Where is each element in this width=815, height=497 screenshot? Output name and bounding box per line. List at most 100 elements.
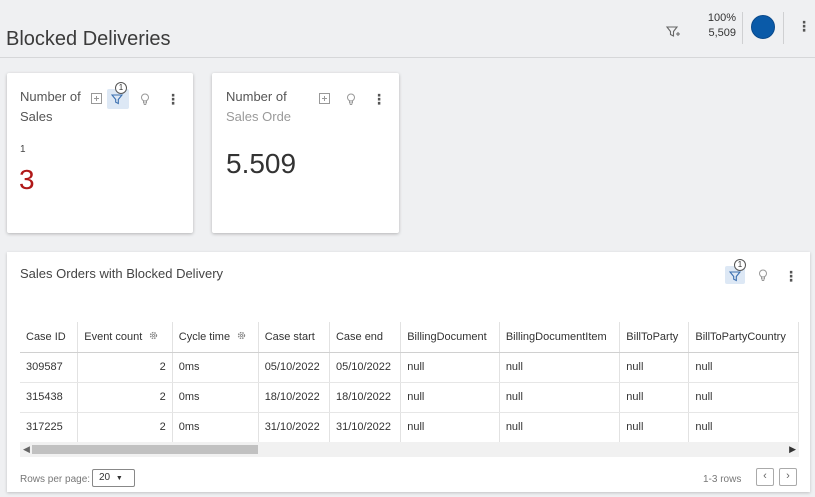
divider: [742, 12, 743, 44]
column-header[interactable]: BillingDocumentItem: [499, 322, 621, 353]
card-more-icon[interactable]: ⋮: [166, 92, 180, 106]
filter-badge: 1: [115, 82, 127, 94]
kpi-value: 3: [19, 164, 35, 195]
panel-title: Sales Orders with Blocked Delivery: [20, 266, 224, 281]
column-header-label: Case ID: [26, 330, 66, 343]
data-table-viewport[interactable]: Case ID Event count Cycle time Case star…: [20, 322, 799, 442]
selection-summary: 100% 5,509: [692, 11, 736, 41]
page-more-icon[interactable]: ⋮: [797, 19, 811, 33]
rows-per-page-value: 20: [99, 472, 111, 483]
table-cell: 317225: [20, 412, 79, 442]
table-cell: null: [400, 382, 500, 413]
table-row[interactable]: 315438 2 0ms 18/10/2022 18/10/2022 null …: [20, 382, 799, 413]
table-cell: null: [499, 352, 621, 383]
filter-button[interactable]: 1: [725, 259, 746, 284]
chevron-right-icon: ›: [786, 470, 790, 482]
column-header-label: BillToPartyCountry: [695, 330, 786, 343]
page-header: Blocked Deliveries 100% 5,509 ⋮: [0, 0, 815, 58]
rows-count: 1-3 rows: [703, 474, 742, 485]
table-cell: null: [619, 352, 690, 383]
settings-icon[interactable]: [148, 330, 159, 341]
settings-icon[interactable]: [236, 330, 247, 341]
table-row[interactable]: 309587 2 0ms 05/10/2022 05/10/2022 null …: [20, 352, 799, 383]
table-cell: 31/10/2022: [258, 412, 330, 442]
column-header[interactable]: BillToPartyCountry: [688, 322, 799, 353]
selection-count: 5,509: [708, 27, 736, 39]
column-header-label: Case start: [264, 330, 315, 343]
scroll-right-icon[interactable]: ▶: [789, 444, 796, 455]
comparison-value: 1: [20, 144, 26, 155]
column-header[interactable]: Case ID: [20, 322, 79, 353]
column-header-label: Event count: [84, 331, 143, 344]
column-header-label: BillingDocumentItem: [505, 330, 607, 343]
expand-icon[interactable]: [90, 92, 104, 106]
column-header[interactable]: Event count: [77, 322, 173, 353]
table-cell: 0ms: [172, 382, 259, 413]
filter-add-icon[interactable]: [665, 24, 681, 40]
table-cell: 0ms: [172, 352, 259, 383]
table-cell: null: [688, 352, 799, 383]
rows-per-page-label: Rows per page:: [20, 474, 91, 485]
column-header-label: BillToParty: [626, 330, 679, 343]
table-cell: null: [619, 382, 690, 413]
filter-badge: 1: [734, 259, 746, 271]
prev-page-button[interactable]: ‹: [756, 468, 774, 486]
kpi-card-number-of-sales: Number of Sales 1 ⋮ 1 3: [7, 73, 193, 233]
table-cell: 309587: [20, 352, 79, 383]
table-row[interactable]: 317225 2 0ms 31/10/2022 31/10/2022 null …: [20, 412, 799, 442]
table-cell: null: [688, 382, 799, 413]
page-title: Blocked Deliveries: [6, 28, 171, 50]
data-table: Case ID Event count Cycle time Case star…: [20, 322, 799, 442]
table-cell: null: [499, 382, 621, 413]
horizontal-scrollbar[interactable]: ◀ ▶: [20, 442, 799, 457]
column-header[interactable]: Cycle time: [172, 322, 259, 353]
lightbulb-icon[interactable]: [138, 92, 152, 106]
lightbulb-icon[interactable]: [756, 268, 770, 282]
next-page-button[interactable]: ›: [779, 468, 797, 486]
table-cell: 2: [77, 352, 173, 383]
table-cell: null: [400, 412, 500, 442]
card-title: Number of Sales: [20, 89, 81, 124]
column-header[interactable]: Case end: [329, 322, 402, 353]
column-header-label: BillingDocument: [407, 330, 487, 343]
column-header[interactable]: Case start: [258, 322, 330, 353]
table-cell: null: [619, 412, 690, 442]
table-cell: 18/10/2022: [329, 382, 402, 413]
column-header[interactable]: BillToParty: [619, 322, 690, 353]
table-cell: 31/10/2022: [329, 412, 402, 442]
card-title: Number of Sales Orde: [226, 87, 294, 127]
selection-percent: 100%: [707, 12, 736, 24]
table-cell: 05/10/2022: [329, 352, 402, 383]
rows-per-page-select[interactable]: 20 ▼: [92, 469, 135, 487]
card-more-icon[interactable]: ⋮: [372, 92, 386, 106]
scrollbar-thumb[interactable]: [32, 445, 258, 454]
chevron-down-icon: ▼: [115, 475, 123, 482]
table-cell: 05/10/2022: [258, 352, 330, 383]
chevron-left-icon: ‹: [763, 470, 767, 482]
column-header[interactable]: BillingDocument: [400, 322, 500, 353]
kpi-value: 5.509: [226, 148, 297, 179]
table-cell: 2: [77, 382, 173, 413]
card-title-line: Sales Orde: [226, 109, 292, 124]
filter-icon: [729, 271, 741, 282]
sales-orders-panel: Sales Orders with Blocked Delivery 1 ⋮ C…: [7, 252, 810, 492]
table-cell: 0ms: [172, 412, 259, 442]
panel-more-icon[interactable]: ⋮: [784, 269, 798, 283]
table-cell: 315438: [20, 382, 79, 413]
column-header-label: Cycle time: [178, 331, 231, 344]
table-header-row: Case ID Event count Cycle time Case star…: [20, 322, 799, 353]
expand-icon[interactable]: [318, 92, 332, 106]
card-title-line: Number of: [226, 89, 287, 104]
scroll-left-icon[interactable]: ◀: [23, 444, 30, 455]
selection-pie-icon[interactable]: [751, 15, 775, 39]
filter-button[interactable]: 1: [107, 82, 129, 109]
divider: [783, 12, 784, 44]
table-cell: null: [499, 412, 621, 442]
table-cell: null: [400, 352, 500, 383]
filter-icon: [111, 94, 123, 105]
lightbulb-icon[interactable]: [344, 92, 358, 106]
table-cell: null: [688, 412, 799, 442]
column-header-label: Case end: [335, 330, 384, 343]
table-cell: 18/10/2022: [258, 382, 330, 413]
kpi-card-number-of-sales-orders: Number of Sales Orde ⋮ 5.509: [212, 73, 399, 233]
